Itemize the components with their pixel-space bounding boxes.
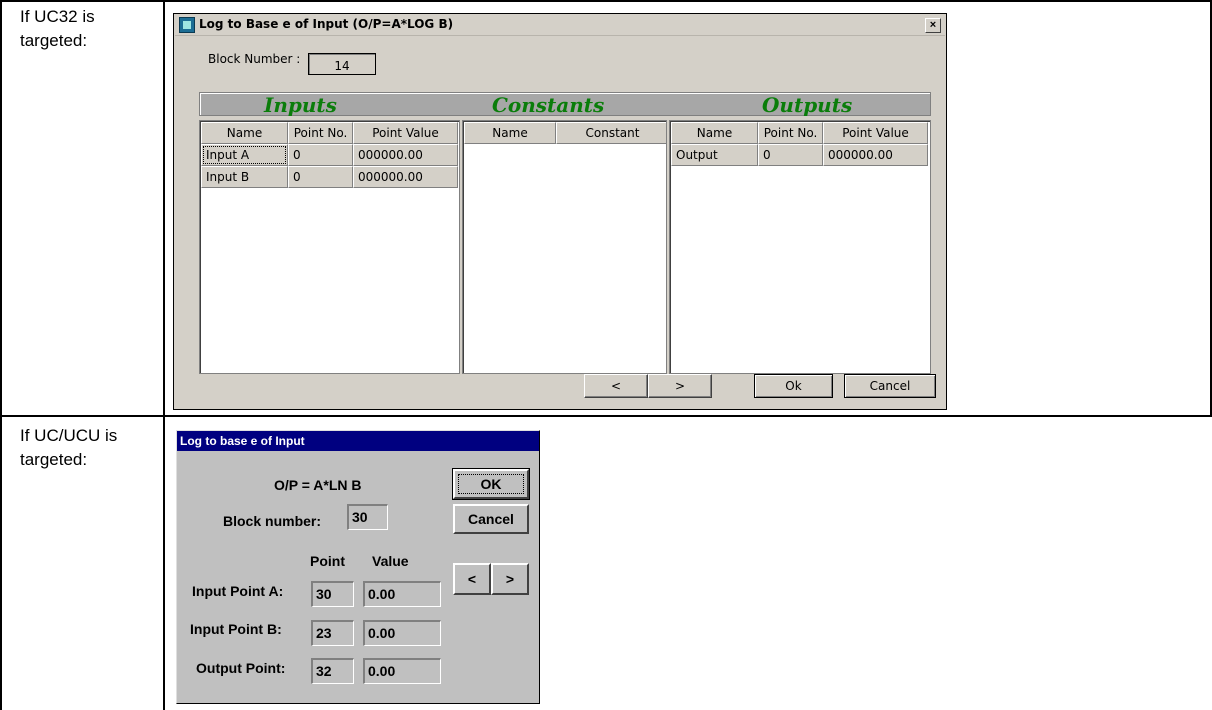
outputs-heading: Outputs <box>762 93 853 117</box>
column-header[interactable]: Constant <box>556 122 666 144</box>
table-row[interactable]: Input B 0 000000.00 <box>201 166 458 188</box>
table-row[interactable]: Input A 0 000000.00 <box>201 144 458 166</box>
output-point-value: 0.00 <box>363 658 441 684</box>
block-number-label: Block Number : <box>208 52 301 66</box>
input-a-point[interactable]: 0 <box>288 144 353 166</box>
column-header[interactable]: Point Value <box>353 122 458 144</box>
block-number-label: Block number: <box>223 513 322 529</box>
column-header[interactable]: Point Value <box>823 122 928 144</box>
output-name[interactable]: Output <box>671 144 758 166</box>
app-icon <box>179 17 195 33</box>
section-header-bar: Inputs Constants Outputs <box>199 92 931 117</box>
doc-table-top-border <box>0 0 1212 2</box>
constants-grid[interactable]: Name Constant <box>462 120 667 374</box>
block-number-field: 30 <box>347 504 388 530</box>
inputs-heading: Inputs <box>264 93 337 117</box>
input-point-b-value: 0.00 <box>363 620 441 646</box>
next-button[interactable]: > <box>491 563 529 595</box>
input-point-a-label: Input Point A: <box>192 583 284 599</box>
constants-heading: Constants <box>492 93 605 117</box>
input-point-a-field[interactable]: 30 <box>311 581 354 607</box>
dialog-title: Log to Base e of Input (O/P=A*LOG B) <box>199 17 454 31</box>
input-point-a-value: 0.00 <box>363 581 441 607</box>
next-button[interactable]: > <box>648 374 712 398</box>
doc-table-column-divider <box>163 0 165 710</box>
table-row[interactable]: Output 0 000000.00 <box>671 144 928 166</box>
ok-button[interactable]: OK <box>452 468 530 500</box>
prev-button[interactable]: < <box>453 563 491 595</box>
input-point-b-field[interactable]: 23 <box>311 620 354 646</box>
constants-header-row: Name Constant <box>464 122 666 144</box>
column-header[interactable]: Name <box>464 122 556 144</box>
ok-button[interactable]: Ok <box>754 374 833 398</box>
formula-label: O/P = A*LN B <box>274 477 362 493</box>
uc-ucu-log-dialog: Log to base e of Input O/P = A*LN B OK C… <box>176 430 540 704</box>
close-icon[interactable]: × <box>925 18 941 33</box>
uc32-label: If UC32 is targeted: <box>20 7 95 50</box>
output-value[interactable]: 000000.00 <box>823 144 928 166</box>
inputs-header-row: Name Point No. Point Value <box>201 122 458 144</box>
output-point-field[interactable]: 32 <box>311 658 354 684</box>
inputs-grid[interactable]: Name Point No. Point Value Input A 0 000… <box>199 120 460 374</box>
input-b-point[interactable]: 0 <box>288 166 353 188</box>
outputs-grid[interactable]: Name Point No. Point Value Output 0 0000… <box>669 120 931 374</box>
output-point-label: Output Point: <box>196 660 286 676</box>
value-column-header: Value <box>372 553 409 569</box>
column-header[interactable]: Point No. <box>288 122 353 144</box>
doc-table-row-divider <box>0 415 1212 417</box>
uc-ucu-label: If UC/UCU is targeted: <box>20 426 118 469</box>
outputs-header-row: Name Point No. Point Value <box>671 122 928 144</box>
column-header[interactable]: Name <box>671 122 758 144</box>
block-number-field: 14 <box>308 53 376 75</box>
cancel-button[interactable]: Cancel <box>844 374 936 398</box>
prev-button[interactable]: < <box>584 374 648 398</box>
focus-rect <box>458 474 524 494</box>
cancel-button[interactable]: Cancel <box>453 504 529 534</box>
input-point-b-label: Input Point B: <box>190 621 282 637</box>
input-b-name[interactable]: Input B <box>201 166 288 188</box>
point-column-header: Point <box>310 553 345 569</box>
input-a-name[interactable]: Input A <box>201 144 288 166</box>
dialog-titlebar[interactable]: Log to Base e of Input (O/P=A*LOG B) × <box>175 15 945 36</box>
column-header[interactable]: Name <box>201 122 288 144</box>
column-header[interactable]: Point No. <box>758 122 823 144</box>
dialog-title[interactable]: Log to base e of Input <box>177 431 539 451</box>
output-point[interactable]: 0 <box>758 144 823 166</box>
input-a-value[interactable]: 000000.00 <box>353 144 458 166</box>
input-b-value[interactable]: 000000.00 <box>353 166 458 188</box>
doc-table-left-border <box>0 0 2 710</box>
uc32-log-dialog: Log to Base e of Input (O/P=A*LOG B) × B… <box>173 13 947 410</box>
